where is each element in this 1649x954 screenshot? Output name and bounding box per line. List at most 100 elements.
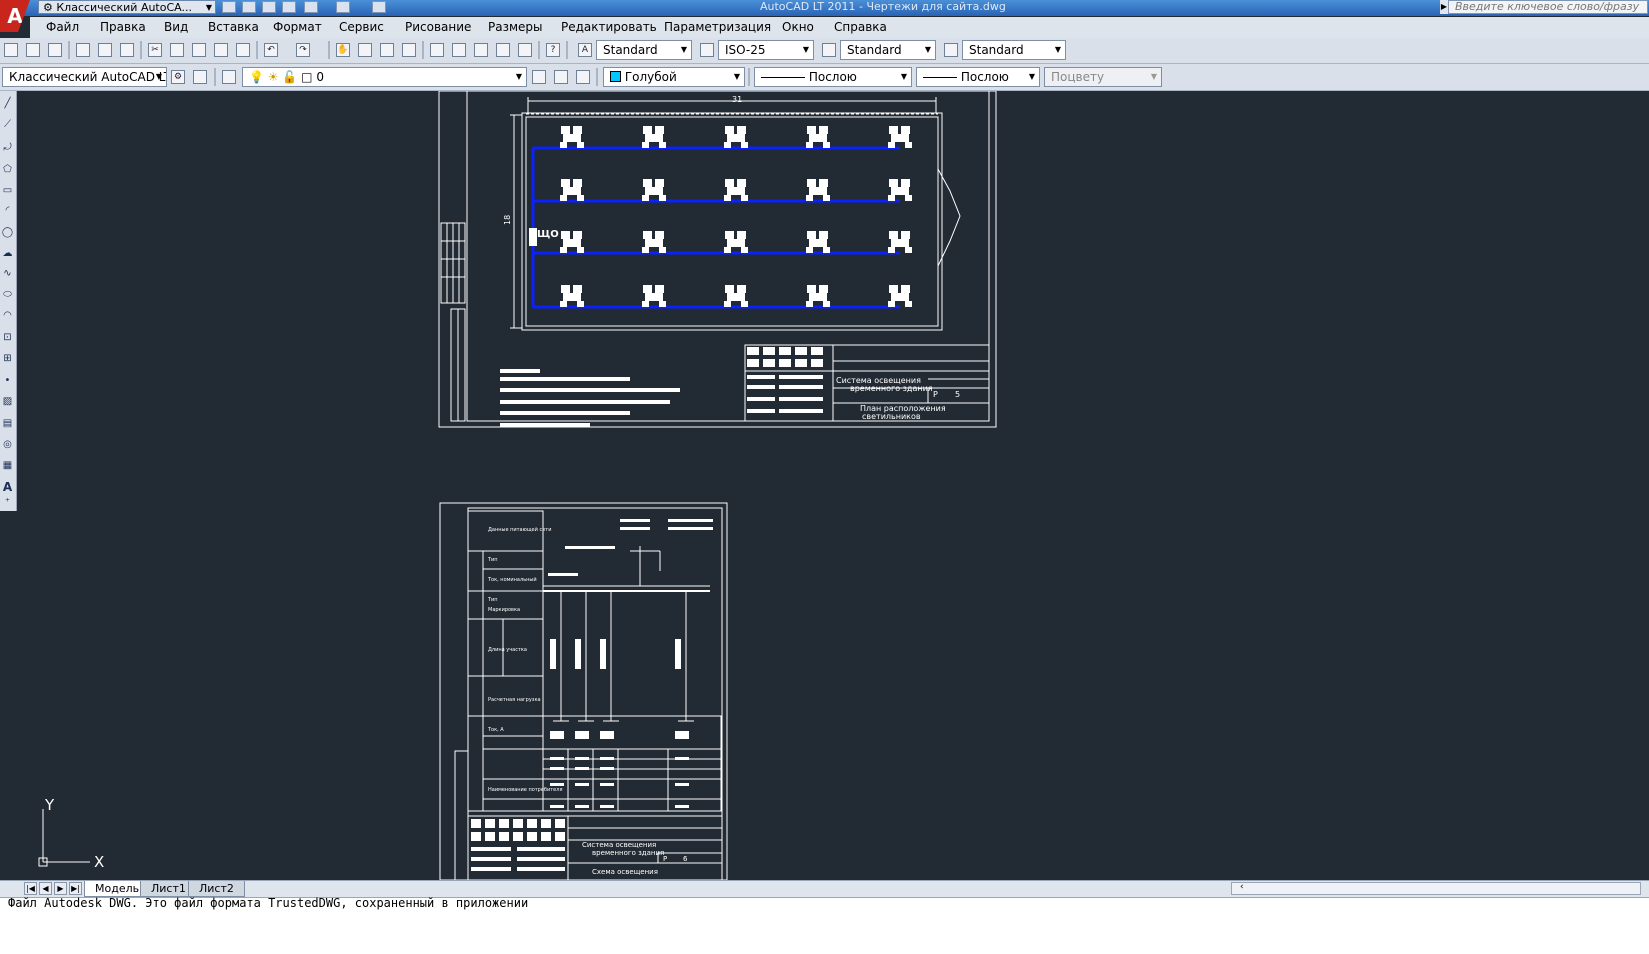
qsave-icon[interactable] [262, 1, 276, 13]
drawing-viewport[interactable]: ЩО 31 18 Система освещения временного зд… [20, 91, 1649, 880]
workspace-settings-icon[interactable]: ⚙ [171, 70, 185, 84]
command-history-text: Файл Autodesk DWG. Это файл формата Trus… [8, 896, 529, 910]
dim-style-value: ISO-25 [725, 43, 766, 57]
horizontal-scrollbar[interactable]: ‹ [1231, 882, 1641, 895]
calculator-icon[interactable] [518, 43, 532, 57]
table-icon[interactable]: ▦ [1, 459, 14, 472]
scroll-left-icon[interactable]: ‹ [1240, 882, 1244, 892]
multiline-text-icon[interactable]: A [1, 481, 14, 494]
match-properties-icon[interactable] [214, 43, 228, 57]
table-style-select[interactable]: Standard ▼ [840, 40, 936, 60]
publish-icon[interactable] [120, 43, 134, 57]
zoom-realtime-icon[interactable] [358, 43, 372, 57]
workspace-quick-combo[interactable]: ⚙ Классический AutoCA... ▼ [38, 0, 216, 14]
menu-parametric[interactable]: Параметризация [664, 17, 771, 38]
qsaveas-icon[interactable] [282, 1, 296, 13]
help-icon[interactable]: ? [546, 43, 560, 57]
polyline-icon[interactable]: ⤾ [1, 141, 14, 154]
pan-icon[interactable]: ✋ [336, 43, 350, 57]
workspace-select[interactable]: Классический AutoCAD LT ▼ [2, 67, 167, 87]
add-selected-icon[interactable]: ⁺ [1, 496, 14, 509]
construction-line-icon[interactable]: ⟋ [1, 118, 14, 131]
open-icon[interactable] [26, 43, 40, 57]
spline-icon[interactable]: ∿ [1, 267, 14, 280]
menu-insert[interactable]: Вставка [208, 17, 259, 38]
menu-file[interactable]: Файл [46, 17, 79, 38]
revcloud-icon[interactable]: ☁ [1, 247, 14, 260]
qredo-icon[interactable] [336, 1, 350, 13]
make-block-icon[interactable]: ⊞ [1, 352, 14, 365]
linetype-select[interactable]: Послою ▼ [754, 67, 912, 87]
qplot-icon[interactable] [372, 1, 386, 13]
block-editor-icon[interactable] [236, 43, 250, 57]
table-style-icon[interactable] [822, 43, 836, 57]
next-tab-icon[interactable]: ▶ [54, 882, 67, 895]
window-title: AutoCAD LT 2011 - Чертежи для сайта.dwg [760, 0, 1006, 13]
lineweight-select[interactable]: Послою ▼ [916, 67, 1040, 87]
copy-icon[interactable] [170, 43, 184, 57]
redo-icon[interactable]: ↷ [296, 43, 310, 57]
menu-window[interactable]: Окно [782, 17, 814, 38]
dim-style-select[interactable]: ISO-25 ▼ [718, 40, 814, 60]
menu-tools[interactable]: Сервис [339, 17, 384, 38]
mleader-style-icon[interactable] [944, 43, 958, 57]
rectangle-icon[interactable]: ▭ [1, 184, 14, 197]
first-tab-icon[interactable]: |◀ [24, 882, 37, 895]
qnew-icon[interactable] [222, 1, 236, 13]
command-line-window[interactable]: Файл Autodesk DWG. Это файл формата Trus… [0, 896, 1649, 954]
zoom-previous-icon[interactable] [402, 43, 416, 57]
qundo-icon[interactable] [304, 1, 318, 13]
color-select[interactable]: Голубой ▼ [603, 67, 745, 87]
region-icon[interactable]: ◎ [1, 438, 14, 451]
menu-view[interactable]: Вид [164, 17, 188, 38]
layer-manager-icon[interactable] [222, 70, 236, 84]
zoom-window-icon[interactable] [380, 43, 394, 57]
search-expand-icon[interactable]: ▶ [1440, 0, 1448, 14]
search-input[interactable]: Введите ключевое слово/фразу [1448, 0, 1648, 14]
design-center-icon[interactable] [452, 43, 466, 57]
tab-layout2[interactable]: Лист2 [188, 881, 245, 897]
undo-icon[interactable]: ↶ [264, 43, 278, 57]
sheet-set-icon[interactable] [496, 43, 510, 57]
tool-palettes-icon[interactable] [474, 43, 488, 57]
menu-help[interactable]: Справка [834, 17, 887, 38]
menu-edit[interactable]: Правка [100, 17, 146, 38]
insert-block-icon[interactable]: ⊡ [1, 331, 14, 344]
hatch-icon[interactable]: ▨ [1, 395, 14, 408]
ellipse-arc-icon[interactable]: ◠ [1, 309, 14, 322]
qopen-icon[interactable] [242, 1, 256, 13]
layer-state-icon[interactable] [576, 70, 590, 84]
point-icon[interactable]: • [1, 374, 14, 387]
cut-icon[interactable]: ✂ [148, 43, 162, 57]
menu-modify[interactable]: Редактировать [561, 17, 657, 38]
sheet2-param-table [467, 510, 544, 812]
save-icon[interactable] [48, 43, 62, 57]
dim-style-icon[interactable] [700, 43, 714, 57]
make-current-layer-icon[interactable] [532, 70, 546, 84]
plot-preview-icon[interactable] [98, 43, 112, 57]
model-space-canvas[interactable]: ЩО 31 18 Система освещения временного зд… [20, 91, 1649, 880]
line-icon[interactable]: ╱ [1, 97, 14, 110]
prev-tab-icon[interactable]: ◀ [39, 882, 52, 895]
workspace-save-icon[interactable] [193, 70, 207, 84]
ellipse-icon[interactable]: ⬭ [1, 288, 14, 301]
last-tab-icon[interactable]: ▶| [69, 882, 82, 895]
properties-icon[interactable] [430, 43, 444, 57]
menu-draw[interactable]: Рисование [405, 17, 471, 38]
mleader-style-select[interactable]: Standard ▼ [962, 40, 1066, 60]
menu-dimension[interactable]: Размеры [488, 17, 543, 38]
new-icon[interactable] [4, 43, 18, 57]
arc-icon[interactable]: ◜ [1, 204, 14, 217]
circle-icon[interactable]: ◯ [1, 226, 14, 239]
text-style-icon[interactable]: A [578, 43, 592, 57]
plot-icon[interactable] [76, 43, 90, 57]
paste-icon[interactable] [192, 43, 206, 57]
autocad-logo-icon[interactable]: A [0, 0, 30, 32]
layer-select[interactable]: 💡 ☀ 🔓 □ 0 ▼ [242, 67, 527, 87]
text-style-select[interactable]: Standard ▼ [596, 40, 692, 60]
gradient-icon[interactable]: ▤ [1, 417, 14, 430]
plotstyle-select[interactable]: Поцвету ▼ [1044, 67, 1162, 87]
layer-previous-icon[interactable] [554, 70, 568, 84]
polygon-icon[interactable]: ⬠ [1, 163, 14, 176]
menu-format[interactable]: Формат [273, 17, 322, 38]
